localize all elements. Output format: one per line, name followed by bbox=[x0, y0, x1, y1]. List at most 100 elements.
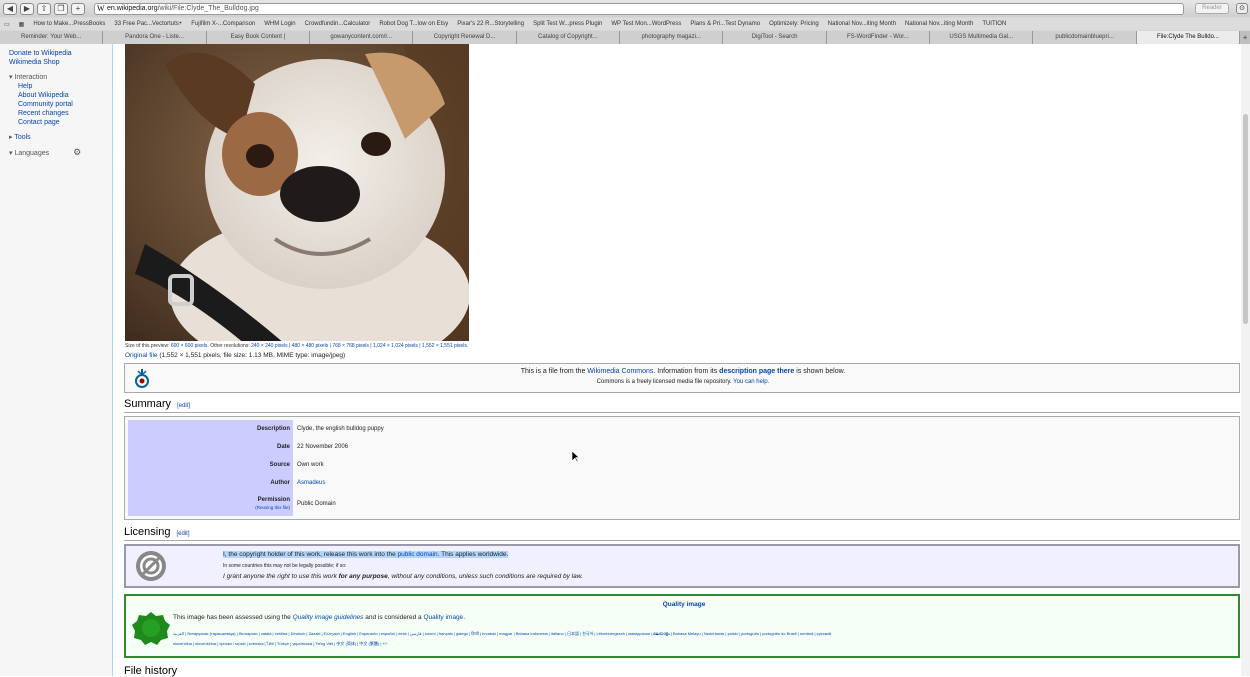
vertical-scrollbar[interactable] bbox=[1241, 44, 1250, 676]
donate-link[interactable]: Donate to Wikipedia bbox=[9, 49, 112, 58]
mouse-cursor-icon bbox=[572, 451, 580, 463]
public-domain-link[interactable]: public domain bbox=[398, 551, 438, 558]
quality-image-link[interactable]: Quality image bbox=[423, 614, 463, 621]
reading-list-icon[interactable]: ▭ bbox=[4, 21, 10, 28]
bookmark-item[interactable]: Pixar's 22 R...Storytelling bbox=[457, 21, 524, 27]
browser-tab[interactable]: Pandora One - Liste... bbox=[103, 31, 207, 44]
licensing-rule bbox=[124, 540, 1240, 541]
license-line-2: In some countries this may not be legall… bbox=[223, 563, 347, 569]
table-row: Author Asmadeus bbox=[128, 474, 1236, 492]
browser-tab[interactable]: publicdomainbluepri... bbox=[1033, 31, 1137, 44]
author-link[interactable]: Asmadeus bbox=[297, 480, 325, 486]
table-row: Description Clyde, the english bulldog p… bbox=[128, 420, 1236, 438]
bookmark-item[interactable]: TUITION bbox=[982, 21, 1006, 27]
languages-heading[interactable]: ▾ Languages ⚙ bbox=[9, 148, 112, 158]
tab-bar: Reminder: Your Web... Pandora One - List… bbox=[0, 31, 1250, 44]
scrollbar-thumb[interactable] bbox=[1243, 114, 1248, 324]
reader-button[interactable]: Reader bbox=[1195, 3, 1229, 14]
browser-tab[interactable]: gowanycontent.com/r... bbox=[310, 31, 414, 44]
tools-heading[interactable]: ▸ Tools bbox=[9, 133, 112, 142]
bookmark-item[interactable]: WHM Login bbox=[264, 21, 295, 27]
browser-tab[interactable]: USGS Multimedia Gal... bbox=[930, 31, 1034, 44]
sidebar: Donate to Wikipedia Wikimedia Shop ▾ Int… bbox=[0, 44, 112, 676]
triangle-down-icon: ▾ bbox=[9, 74, 13, 81]
share-button[interactable]: ⇧ bbox=[37, 2, 51, 15]
public-domain-box: I, the copyright holder of this work, re… bbox=[124, 544, 1240, 588]
bookmark-item[interactable]: WP Test Mon...WordPress bbox=[611, 21, 681, 27]
preview-resolutions: Size of this preview: 600 × 600 pixels. … bbox=[125, 343, 469, 349]
description-value: Clyde, the english bulldog puppy bbox=[297, 426, 384, 432]
other-resolutions-links[interactable]: 240 × 240 pixels | 480 × 480 pixels | 76… bbox=[251, 343, 468, 349]
bookmark-item[interactable]: National Nov...iting Month bbox=[905, 21, 973, 27]
quality-image-box: Quality image This image has been assess… bbox=[124, 594, 1240, 658]
permission-label-cell: Permission (Reusing this file) bbox=[128, 492, 293, 516]
permission-value: Public Domain bbox=[297, 501, 336, 507]
description-label: Description bbox=[128, 420, 293, 438]
shop-link[interactable]: Wikimedia Shop bbox=[9, 58, 112, 67]
permission-label: Permission bbox=[257, 496, 290, 503]
date-label: Date bbox=[128, 438, 293, 456]
bookmark-item[interactable]: Crowdfundin...Calculator bbox=[305, 21, 371, 27]
date-value: 22 November 2006 bbox=[297, 444, 349, 450]
sidebar-link-community[interactable]: Community portal bbox=[18, 100, 112, 109]
bulldog-photo[interactable] bbox=[125, 44, 469, 341]
tabs-overview-button[interactable]: ❐ bbox=[54, 2, 68, 15]
bookmark-item[interactable]: How to Make...PressBooks bbox=[33, 21, 105, 27]
forward-button[interactable]: ▶ bbox=[20, 2, 34, 15]
url-host: en.wikipedia.org bbox=[107, 5, 158, 12]
browser-tab[interactable]: FS-WordFinder - Wor... bbox=[826, 31, 931, 44]
public-domain-icon bbox=[136, 551, 166, 581]
preview-size-link[interactable]: 600 × 600 pixels bbox=[171, 343, 208, 349]
license-line-3: I grant anyone the right to use this wor… bbox=[223, 573, 583, 580]
original-file-link[interactable]: Original file bbox=[125, 352, 158, 359]
source-label: Source bbox=[128, 456, 293, 474]
table-row: Permission (Reusing this file) Public Do… bbox=[128, 492, 1236, 516]
grid-icon[interactable]: ▦ bbox=[19, 21, 25, 28]
information-table: Description Clyde, the english bulldog p… bbox=[128, 420, 1236, 516]
new-tab-button[interactable]: + bbox=[71, 2, 85, 15]
browser-tab[interactable]: Copyright Renewal D... bbox=[413, 31, 517, 44]
gear-icon[interactable]: ⚙ bbox=[73, 147, 81, 157]
browser-tab[interactable]: Catalog of Copyright... bbox=[516, 31, 621, 44]
browser-chrome: ◀ ▶ ⇧ ❐ + W en.wikipedia.org/wiki/File:C… bbox=[0, 0, 1250, 44]
bookmark-item[interactable]: Split Test W...press Plugin bbox=[533, 21, 602, 27]
browser-tab[interactable]: Reminder: Your Web... bbox=[0, 31, 104, 44]
licensing-edit-link[interactable]: [edit] bbox=[176, 531, 189, 537]
summary-edit-link[interactable]: [edit] bbox=[177, 403, 190, 409]
sidebar-link-about[interactable]: About Wikipedia bbox=[18, 91, 112, 100]
bookmark-item[interactable]: Plans & Pri...Test Dynamo bbox=[690, 21, 760, 27]
sidebar-link-help[interactable]: Help bbox=[18, 82, 112, 91]
bookmark-item[interactable]: National Nov...iting Month bbox=[828, 21, 896, 27]
table-row: Source Own work bbox=[128, 456, 1236, 474]
bookmark-item[interactable]: Fujifilm X-...Comparison bbox=[191, 21, 255, 27]
bookmark-item[interactable]: 33 Free Pac...Vectortuts+ bbox=[114, 21, 182, 27]
description-page-link[interactable]: description page there bbox=[719, 368, 794, 375]
quality-image-text: This image has been assessed using the Q… bbox=[173, 614, 465, 621]
downloads-icon[interactable]: ⊙ bbox=[1236, 3, 1248, 14]
browser-tab[interactable]: Easy Book Content | bbox=[206, 31, 311, 44]
bookmark-item[interactable]: Robot Dog T...low on Etsy bbox=[379, 21, 448, 27]
browser-tab[interactable]: photography magazi... bbox=[620, 31, 724, 44]
summary-heading: Summary [edit] bbox=[124, 398, 191, 410]
quality-image-title[interactable]: Quality image bbox=[126, 601, 1242, 608]
original-file-line: Original file (1,552 × 1,551 pixels, fil… bbox=[125, 352, 346, 359]
address-bar[interactable]: W en.wikipedia.org/wiki/File:Clyde_The_B… bbox=[94, 3, 1184, 15]
wikipedia-favicon-icon: W bbox=[97, 4, 105, 13]
back-button[interactable]: ◀ bbox=[3, 2, 17, 15]
wikimedia-commons-link[interactable]: Wikimedia Commons bbox=[587, 368, 653, 375]
sidebar-link-contact[interactable]: Contact page bbox=[18, 118, 112, 127]
language-links-2[interactable]: slovenčina | slovenščina | српски / srps… bbox=[173, 640, 1235, 647]
browser-tab[interactable]: DigiTool - Search bbox=[723, 31, 827, 44]
browser-tab-active[interactable]: File:Clyde The Bulldo... bbox=[1136, 31, 1241, 44]
summary-box: Description Clyde, the english bulldog p… bbox=[124, 416, 1240, 520]
interaction-heading[interactable]: ▾ Interaction bbox=[9, 73, 112, 82]
quality-guidelines-link[interactable]: Quality image guidelines bbox=[293, 614, 364, 621]
add-tab-icon[interactable]: + bbox=[1240, 31, 1250, 44]
quality-image-seal-icon bbox=[132, 612, 170, 645]
reusing-file-link[interactable]: (Reusing this file) bbox=[255, 505, 290, 510]
bookmark-item[interactable]: Optimizely: Pricing bbox=[769, 21, 819, 27]
you-can-help-link[interactable]: You can help. bbox=[733, 379, 769, 385]
language-links-1[interactable]: العربية | беларуская (тарашкевіца) | бъл… bbox=[173, 631, 1235, 637]
content-area: Size of this preview: 600 × 600 pixels. … bbox=[112, 44, 1240, 677]
sidebar-link-recent-changes[interactable]: Recent changes bbox=[18, 109, 112, 118]
